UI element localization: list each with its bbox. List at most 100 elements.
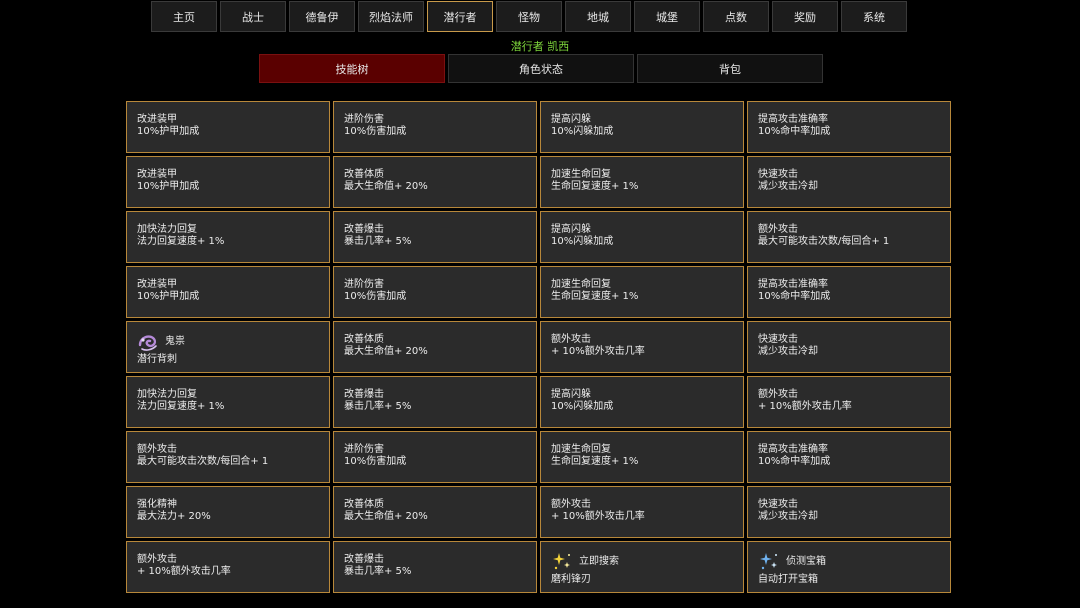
skill-name: 提高攻击准确率 [758, 444, 828, 455]
skill-name: 快速攻击 [758, 334, 798, 345]
skill-node[interactable]: 额外攻击 + 10%额外攻击几率 [747, 376, 951, 428]
skill-description: 10%伤害加成 [344, 126, 407, 137]
skill-description: 暴击几率+ 5% [344, 401, 412, 412]
skill-name: 加快法力回复 [137, 389, 197, 400]
nav-button-1[interactable]: 战士 [220, 1, 286, 32]
skill-node[interactable]: 额外攻击 + 10%额外攻击几率 [540, 321, 744, 373]
skill-name: 额外攻击 [137, 444, 177, 455]
skill-name: 改善体质 [344, 499, 384, 510]
skill-node[interactable]: 快速攻击 减少攻击冷却 [747, 321, 951, 373]
skill-description: 10%护甲加成 [137, 126, 200, 137]
skill-node[interactable]: 改善爆击 暴击几率+ 5% [333, 211, 537, 263]
skill-description: 10%命中率加成 [758, 126, 831, 137]
skill-node[interactable]: 加快法力回复 法力回复速度+ 1% [126, 376, 330, 428]
skill-description: 最大法力+ 20% [137, 511, 211, 522]
skill-description: 最大生命值+ 20% [344, 181, 428, 192]
skill-node[interactable]: 提高闪躲 10%闪躲加成 [540, 211, 744, 263]
skill-name: 进阶伤害 [344, 114, 384, 125]
nav-button-9[interactable]: 奖励 [772, 1, 838, 32]
skill-node[interactable]: 改善体质 最大生命值+ 20% [333, 321, 537, 373]
skill-description: 磨利锋刃 [551, 574, 591, 585]
skill-node[interactable]: 提高闪躲 10%闪躲加成 [540, 101, 744, 153]
skill-node[interactable]: 提高攻击准确率 10%命中率加成 [747, 431, 951, 483]
nav-button-2[interactable]: 德鲁伊 [289, 1, 355, 32]
skill-node[interactable]: 侦测宝箱 自动打开宝箱 [747, 541, 951, 593]
skill-name: 额外攻击 [551, 334, 591, 345]
view-tabs: 技能树 角色状态 背包 [259, 54, 823, 83]
purple-swirl-icon [138, 335, 157, 351]
skill-name: 额外攻击 [758, 389, 798, 400]
blue-sparkle-icon [760, 553, 777, 570]
skill-node[interactable]: 加速生命回复 生命回复速度+ 1% [540, 266, 744, 318]
skill-tree-grid: 改进装甲 10%护甲加成 进阶伤害 10%伤害加成 提高闪躲 10%闪躲加成 提高攻击准确率… [126, 101, 951, 593]
skill-node[interactable]: 进阶伤害 10%伤害加成 [333, 266, 537, 318]
skill-node[interactable]: 快速攻击 减少攻击冷却 [747, 156, 951, 208]
skill-node[interactable]: 加快法力回复 法力回复速度+ 1% [126, 211, 330, 263]
skill-node-header: 侦测宝箱 [758, 551, 940, 573]
skill-description: 10%命中率加成 [758, 456, 831, 467]
skill-node[interactable]: 提高攻击准确率 10%命中率加成 [747, 266, 951, 318]
skill-node[interactable]: 进阶伤害 10%伤害加成 [333, 431, 537, 483]
skill-name: 提高闪躲 [551, 224, 591, 235]
skill-name: 强化精神 [137, 499, 177, 510]
skill-node[interactable]: 额外攻击 最大可能攻击次数/每回合+ 1 [126, 431, 330, 483]
skill-node[interactable]: 提高闪躲 10%闪躲加成 [540, 376, 744, 428]
skill-node[interactable]: 改善体质 最大生命值+ 20% [333, 486, 537, 538]
skill-node[interactable]: 加速生命回复 生命回复速度+ 1% [540, 156, 744, 208]
skill-name: 改善爆击 [344, 389, 384, 400]
skill-node[interactable]: 鬼祟潜行背刺 [126, 321, 330, 373]
character-title: 潜行者 凯西 [510, 40, 570, 53]
skill-node[interactable]: 改进装甲 10%护甲加成 [126, 156, 330, 208]
top-nav: 主页 战士 德鲁伊 烈焰法师 潜行者 怪物 地城 城堡 点数 奖励 系统 [151, 1, 907, 32]
skill-name: 改进装甲 [137, 169, 177, 180]
skill-name: 改善体质 [344, 334, 384, 345]
skill-description: 10%闪躲加成 [551, 236, 614, 247]
skill-description: 10%闪躲加成 [551, 126, 614, 137]
skill-description: 10%命中率加成 [758, 291, 831, 302]
skill-name: 进阶伤害 [344, 279, 384, 290]
skill-node[interactable]: 改善爆击 暴击几率+ 5% [333, 541, 537, 593]
nav-button-8[interactable]: 点数 [703, 1, 769, 32]
skill-description: 10%闪躲加成 [551, 401, 614, 412]
skill-description: 最大可能攻击次数/每回合+ 1 [758, 236, 890, 247]
skill-node[interactable]: 快速攻击 减少攻击冷却 [747, 486, 951, 538]
skill-name: 鬼祟 [165, 336, 185, 347]
skill-node[interactable]: 额外攻击 + 10%额外攻击几率 [126, 541, 330, 593]
skill-description: 法力回复速度+ 1% [137, 401, 225, 412]
skill-name: 加速生命回复 [551, 279, 611, 290]
skill-name: 改善体质 [344, 169, 384, 180]
skill-name: 提高攻击准确率 [758, 114, 828, 125]
skill-node[interactable]: 强化精神 最大法力+ 20% [126, 486, 330, 538]
skill-node[interactable]: 进阶伤害 10%伤害加成 [333, 101, 537, 153]
tab-2[interactable]: 背包 [637, 54, 823, 83]
skill-description: + 10%额外攻击几率 [551, 511, 645, 522]
tab-1[interactable]: 角色状态 [448, 54, 634, 83]
skill-node[interactable]: 加速生命回复 生命回复速度+ 1% [540, 431, 744, 483]
nav-button-6[interactable]: 地城 [565, 1, 631, 32]
skill-node[interactable]: 改善爆击 暴击几率+ 5% [333, 376, 537, 428]
skill-name: 改进装甲 [137, 279, 177, 290]
nav-button-4[interactable]: 潜行者 [427, 1, 493, 32]
nav-button-5[interactable]: 怪物 [496, 1, 562, 32]
skill-node[interactable]: 改善体质 最大生命值+ 20% [333, 156, 537, 208]
skill-node[interactable]: 额外攻击 + 10%额外攻击几率 [540, 486, 744, 538]
skill-node[interactable]: 改进装甲 10%护甲加成 [126, 101, 330, 153]
tab-0[interactable]: 技能树 [259, 54, 445, 83]
skill-node[interactable]: 立即搜索 磨利锋刃 [540, 541, 744, 593]
nav-button-10[interactable]: 系统 [841, 1, 907, 32]
skill-node[interactable]: 改进装甲 10%护甲加成 [126, 266, 330, 318]
skill-name: 快速攻击 [758, 499, 798, 510]
skill-description: 法力回复速度+ 1% [137, 236, 225, 247]
skill-description: 最大可能攻击次数/每回合+ 1 [137, 456, 269, 467]
skill-node[interactable]: 额外攻击 最大可能攻击次数/每回合+ 1 [747, 211, 951, 263]
skill-description: 生命回复速度+ 1% [551, 181, 639, 192]
skill-description: + 10%额外攻击几率 [137, 566, 231, 577]
nav-button-7[interactable]: 城堡 [634, 1, 700, 32]
skill-description: 潜行背刺 [137, 354, 177, 365]
skill-description: 10%护甲加成 [137, 291, 200, 302]
nav-button-0[interactable]: 主页 [151, 1, 217, 32]
skill-node[interactable]: 提高攻击准确率 10%命中率加成 [747, 101, 951, 153]
skill-description: 10%伤害加成 [344, 291, 407, 302]
nav-button-3[interactable]: 烈焰法师 [358, 1, 424, 32]
skill-name: 额外攻击 [551, 499, 591, 510]
